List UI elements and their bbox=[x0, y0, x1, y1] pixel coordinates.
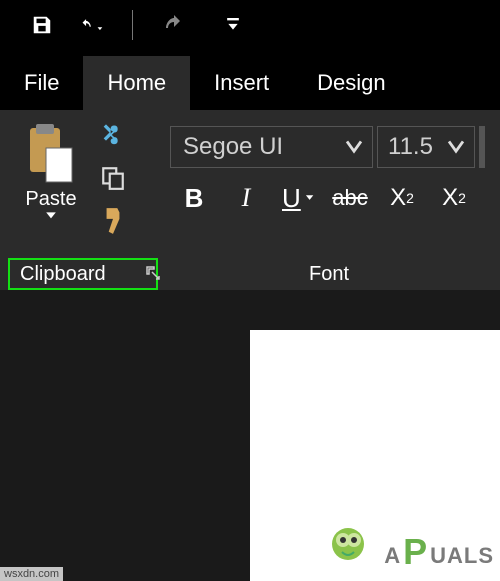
overflow-edge bbox=[479, 126, 485, 168]
quick-access-toolbar bbox=[0, 0, 500, 50]
superscript-button[interactable]: X2 bbox=[438, 182, 470, 214]
font-name-dropdown[interactable]: Segoe UI bbox=[170, 126, 373, 168]
chevron-down-icon bbox=[438, 140, 474, 154]
ribbon-tabs: File Home Insert Design bbox=[0, 50, 500, 110]
format-painter-icon[interactable] bbox=[100, 206, 126, 241]
tab-design[interactable]: Design bbox=[293, 56, 409, 110]
chevron-down-icon bbox=[305, 194, 314, 202]
copy-icon[interactable] bbox=[100, 165, 126, 196]
font-name-value: Segoe UI bbox=[171, 133, 336, 161]
cut-icon[interactable] bbox=[99, 122, 127, 155]
undo-icon[interactable] bbox=[79, 13, 103, 37]
font-group: Segoe UI 11.5 B I U bbox=[158, 118, 500, 290]
redo-icon[interactable] bbox=[162, 13, 186, 37]
tab-home[interactable]: Home bbox=[83, 56, 190, 110]
clipboard-group-label: Clipboard bbox=[20, 263, 106, 286]
font-size-dropdown[interactable]: 11.5 bbox=[377, 126, 475, 168]
bold-button[interactable]: B bbox=[178, 182, 210, 214]
separator bbox=[132, 10, 133, 40]
font-group-label: Font bbox=[309, 263, 349, 286]
watermark-text: A P UALS bbox=[384, 531, 494, 569]
tab-file[interactable]: File bbox=[0, 56, 83, 110]
subscript-button[interactable]: X2 bbox=[386, 182, 418, 214]
source-attribution: wsxdn.com bbox=[0, 567, 63, 581]
logo-mascot-icon bbox=[326, 522, 370, 571]
paste-label: Paste bbox=[25, 188, 76, 211]
font-footer: Font bbox=[158, 258, 500, 290]
italic-button[interactable]: I bbox=[230, 182, 262, 214]
save-icon[interactable] bbox=[30, 13, 54, 37]
clipboard-group: Paste Clipboard bbox=[8, 118, 158, 290]
customize-dropdown-icon[interactable] bbox=[221, 13, 245, 37]
chevron-down-icon bbox=[336, 140, 372, 154]
clipboard-footer: Clipboard bbox=[8, 258, 158, 290]
paste-icon bbox=[24, 122, 78, 186]
strikethrough-button[interactable]: abc bbox=[334, 182, 366, 214]
ribbon: Paste Clipboard bbox=[0, 110, 500, 290]
paste-dropdown-icon[interactable] bbox=[45, 211, 57, 221]
tab-insert[interactable]: Insert bbox=[190, 56, 293, 110]
underline-button[interactable]: U bbox=[282, 182, 314, 214]
paste-button[interactable]: Paste bbox=[16, 122, 86, 221]
font-size-value: 11.5 bbox=[378, 133, 438, 161]
